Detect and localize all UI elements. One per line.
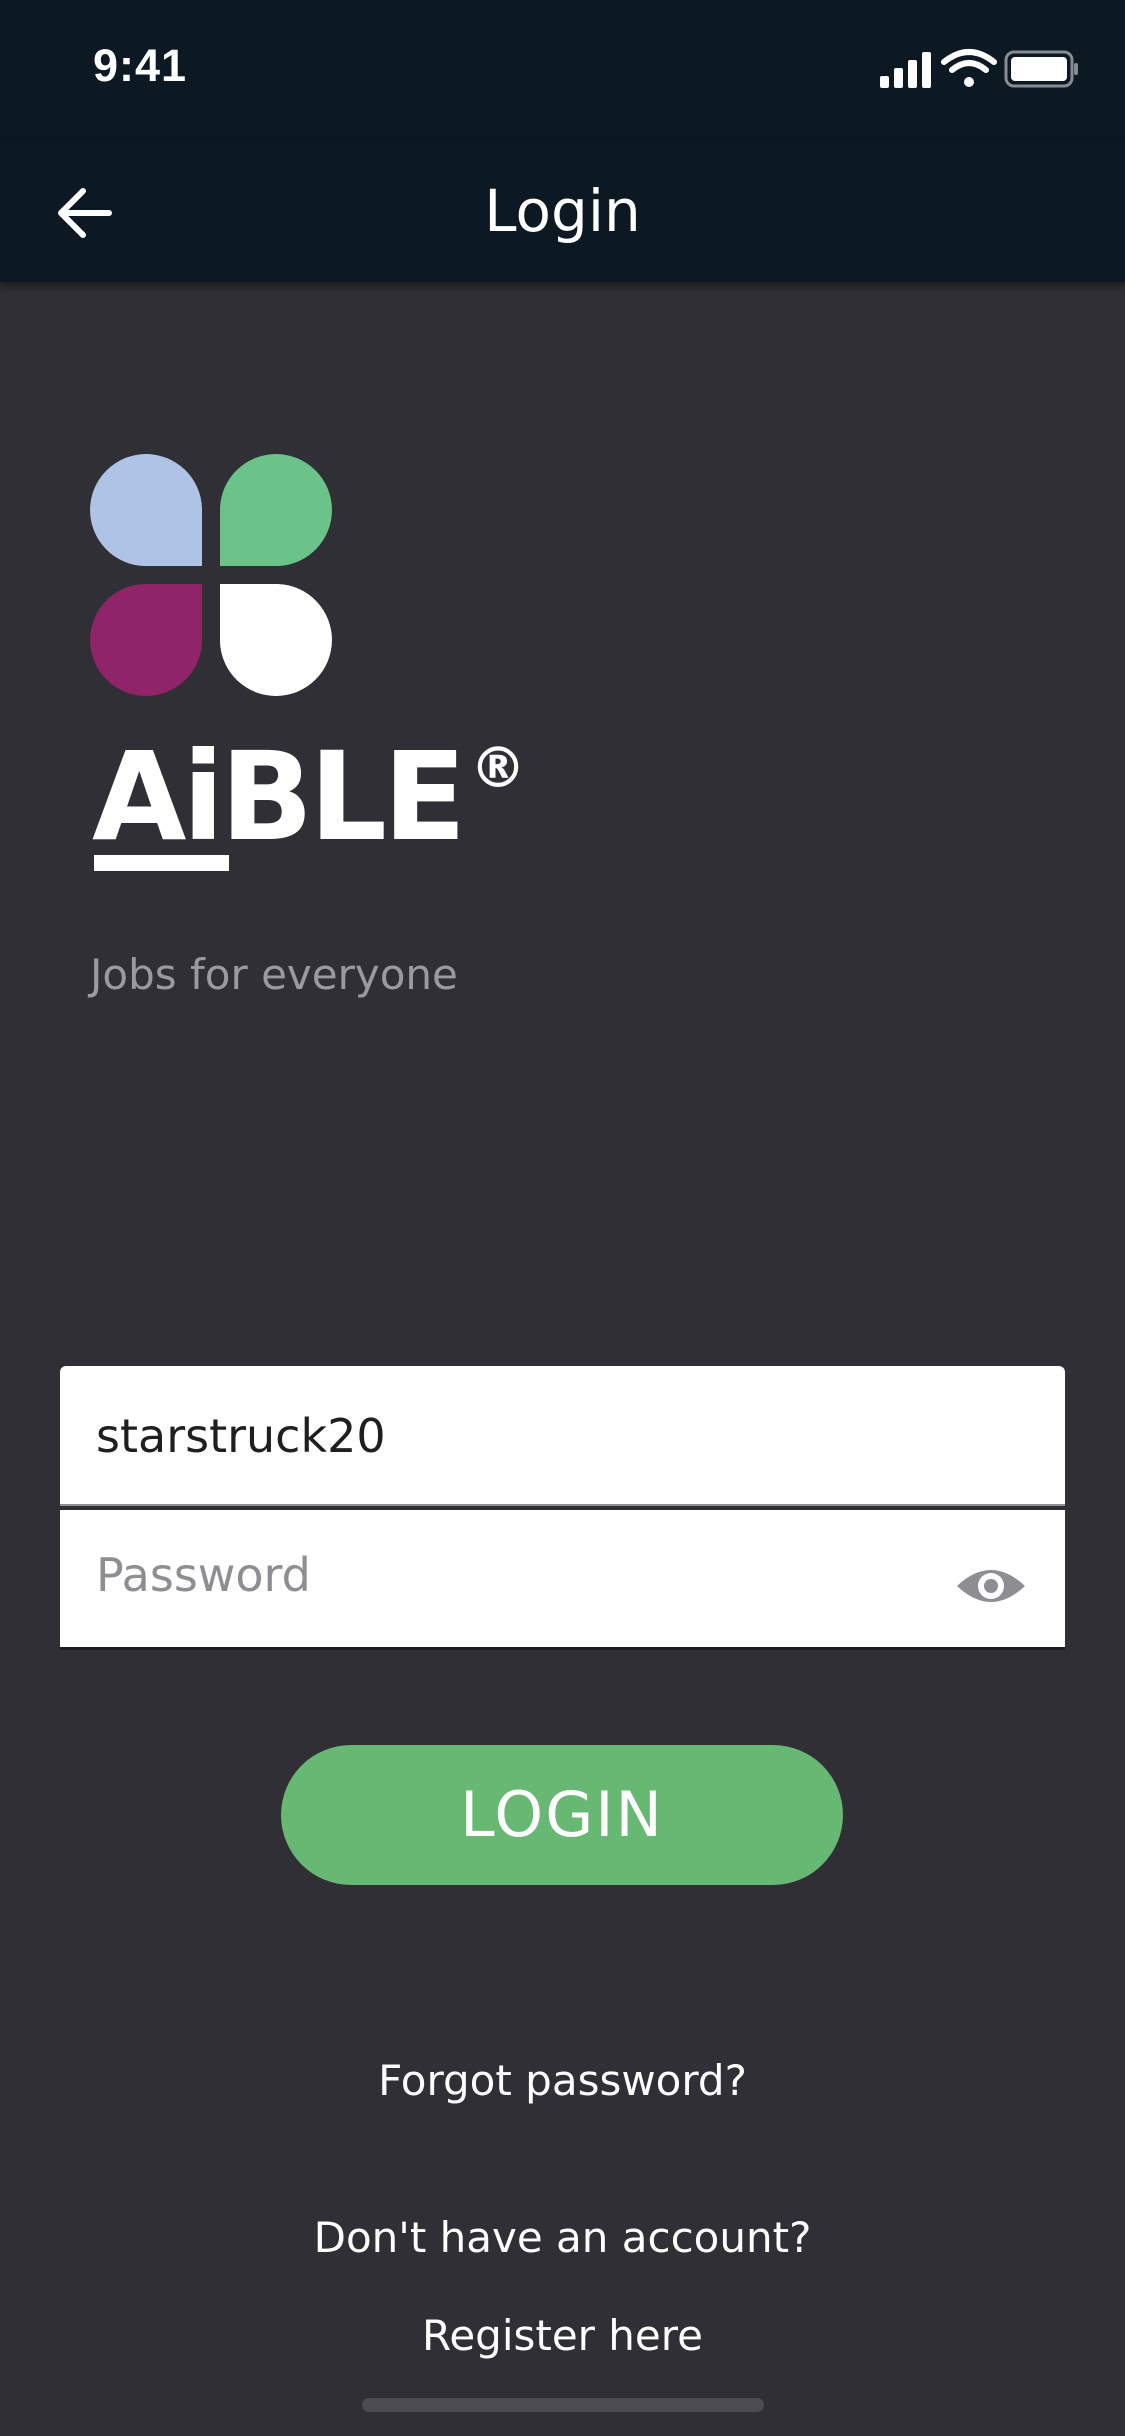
tagline: Jobs for everyone: [90, 950, 458, 999]
brand-wordmark: AiBLE ®: [92, 735, 532, 885]
forgot-password-link[interactable]: Forgot password?: [0, 2056, 1125, 2105]
wifi-icon: [941, 49, 997, 87]
signal-icon: [880, 52, 931, 88]
password-placeholder: Password: [96, 1548, 311, 1602]
password-field[interactable]: Password: [60, 1510, 1065, 1650]
username-field[interactable]: starstruck20: [60, 1366, 1065, 1506]
logo-petal-bottom-right: [220, 584, 332, 696]
no-account-text: Don't have an account?: [313, 2213, 812, 2262]
page-title: Login: [484, 177, 641, 245]
status-time: 9:41: [93, 40, 188, 91]
registered-mark: ®: [470, 736, 526, 801]
aible-logo: [88, 452, 338, 700]
home-indicator[interactable]: [362, 2398, 764, 2412]
register-link[interactable]: Register here: [0, 2311, 1125, 2360]
arrow-left-icon: [58, 187, 112, 238]
eye-icon[interactable]: [955, 1562, 1027, 1610]
logo-petal-top-right: [220, 454, 332, 566]
brand-underline: [94, 855, 229, 871]
back-button[interactable]: [40, 170, 130, 255]
status-bar: 9:41: [0, 0, 1125, 140]
logo-petal-bottom-left: [90, 584, 202, 696]
battery-icon: [1004, 50, 1078, 88]
brand-name: AiBLE: [92, 726, 466, 868]
status-icons: [880, 48, 1080, 92]
logo-petal-top-left: [90, 454, 202, 566]
nav-bar: Login: [0, 140, 1125, 282]
username-value: starstruck20: [96, 1409, 386, 1463]
login-button[interactable]: LOGIN: [281, 1745, 843, 1885]
